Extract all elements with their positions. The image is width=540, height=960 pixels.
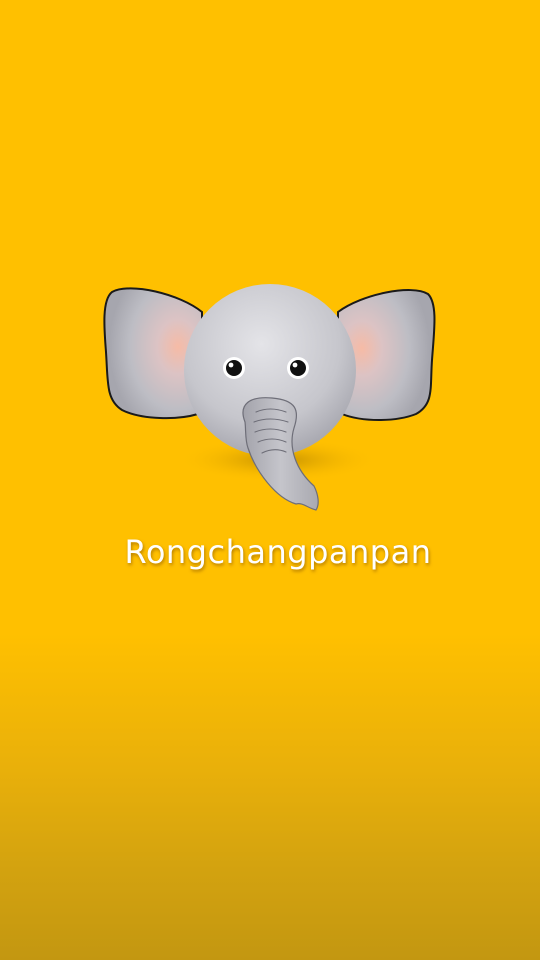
elephant-logo xyxy=(100,272,440,517)
splash-screen: Rongchangpanpan xyxy=(0,0,540,960)
elephant-icon xyxy=(103,284,436,511)
app-title: Rongchangpanpan xyxy=(124,533,432,571)
left-eye xyxy=(223,357,245,379)
right-eye xyxy=(287,357,309,379)
